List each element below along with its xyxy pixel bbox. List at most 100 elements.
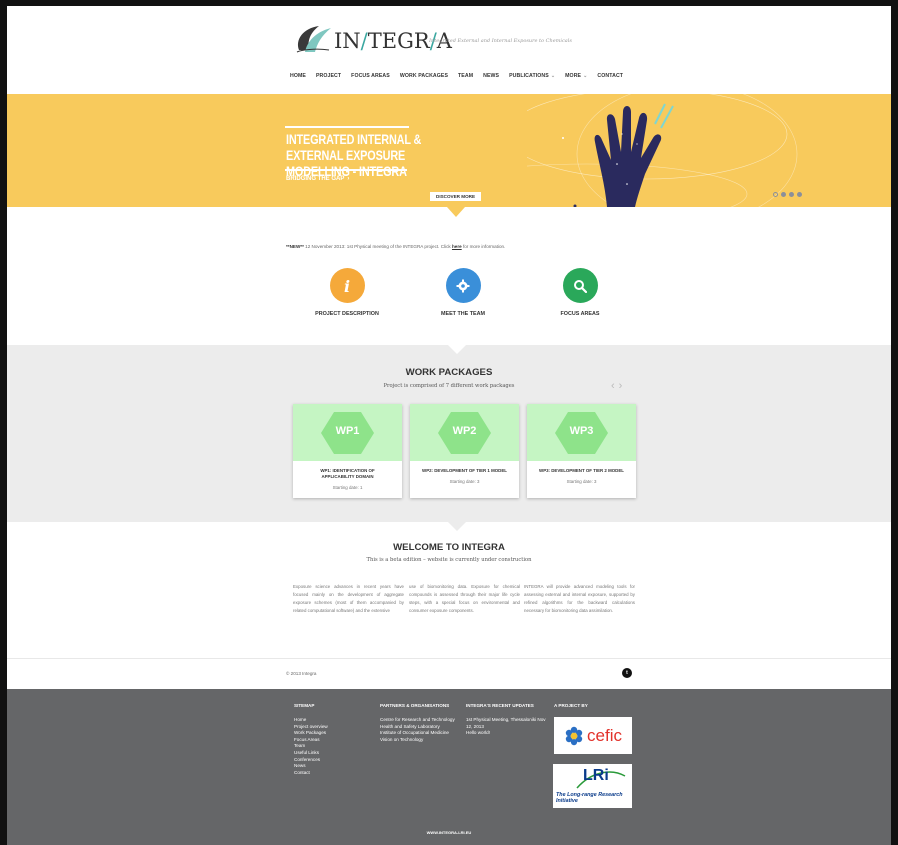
news-link[interactable]: here	[452, 244, 462, 249]
hero-rule-bottom	[285, 169, 407, 171]
footer-heading-updates: INTEGRA'S RECENT UPDATES	[466, 703, 534, 708]
nav-item-work-packages[interactable]: WORK PACKAGES	[400, 73, 448, 79]
work-packages-subtitle: Project is comprised of 7 different work…	[383, 383, 515, 389]
chevron-down-icon: ⌄	[550, 73, 556, 79]
nav-item-project[interactable]: PROJECT	[316, 73, 341, 79]
footer-heading-sitemap: SITEMAP	[294, 703, 315, 708]
updates-list: 1st Physical Meeting, Thessaloniki Nov 1…	[466, 717, 548, 737]
info-icon[interactable]: i	[329, 268, 365, 303]
hero-cta-link[interactable]: BRIDGING THE GAP ›	[286, 176, 349, 182]
wp-badge: WP3	[569, 425, 594, 437]
wp-card[interactable]: WP3 WP3: DEVELOPMENT OF TIER 2 MODEL Sta…	[527, 404, 636, 498]
wp-card-header: WP2	[410, 404, 519, 461]
wp-card-date: Starting date: 3	[449, 479, 480, 484]
cefic-logo[interactable]: cefic	[554, 717, 632, 754]
chevron-left-icon[interactable]: ‹	[611, 380, 619, 392]
slider-dot[interactable]	[789, 192, 794, 197]
lri-logo[interactable]: LRi The Long-range Research Initiative	[553, 764, 632, 808]
gear-icon[interactable]	[445, 268, 481, 303]
wp-card-date: Starting date: 3	[566, 479, 597, 484]
partner-link[interactable]: Institute of Occupational Medicine	[380, 730, 455, 737]
nav-item-home[interactable]: HOME	[290, 73, 306, 79]
news-text: 12 November 2013: 1st Physical meeting o…	[303, 244, 452, 249]
partner-link[interactable]: Vision on Technology	[380, 737, 455, 744]
welcome-text-column: use of biomonitoring data. Exposure for …	[409, 584, 520, 613]
wp-badge: WP2	[452, 425, 477, 437]
feature-label[interactable]: FOCUS AREAS	[520, 311, 640, 317]
hero-title: INTEGRATED INTERNAL & EXTERNAL EXPOSURE …	[286, 132, 422, 179]
footer-heading-project-by: A PROJECT BY	[554, 703, 588, 708]
copyright-bar	[7, 658, 891, 689]
nav-label: FOCUS AREAS	[351, 73, 390, 79]
partner-link[interactable]: Centre for Research and Technology	[380, 717, 455, 724]
hero-cta-label: BRIDGING THE GAP	[286, 176, 345, 182]
svg-text:i: i	[344, 278, 350, 294]
feature-project-description[interactable]: i PROJECT DESCRIPTION	[287, 268, 407, 317]
sitemap-link[interactable]: Conferences	[294, 757, 328, 764]
sitemap-link[interactable]: Project overview	[294, 724, 328, 731]
sitemap-list: Home Project overview Work Packages Focus A…	[294, 717, 328, 776]
hero-notch	[447, 207, 465, 217]
welcome-text-column: INTEGRA will provide advanced modeling t…	[524, 584, 635, 613]
hero-slider: INTEGRATED INTERNAL & EXTERNAL EXPOSURE …	[7, 94, 891, 207]
wp-card[interactable]: WP2 WP2: DEVELOPMENT OF TIER 1 MODEL Sta…	[410, 404, 519, 498]
cefic-molecule-icon	[565, 726, 583, 745]
footer-heading-partners: PARTNERS & ORGANISATIONS	[380, 703, 450, 708]
sitemap-link[interactable]: Contact	[294, 770, 328, 777]
news-text-end: for more information.	[461, 244, 506, 249]
main-nav: HOME PROJECT FOCUS AREAS WORK PACKAGES TEAM N…	[290, 73, 633, 79]
wp-card-date: Starting date: 1	[332, 485, 363, 490]
nav-label: MORE	[565, 73, 582, 79]
nav-label: TEAM	[458, 73, 474, 79]
partner-link[interactable]: Health and Safety Laboratory	[380, 724, 455, 731]
wp-card-title: WP1: IDENTIFICATION OF APPLICABILITY DOM…	[320, 468, 375, 479]
carousel-arrows: ‹›	[611, 380, 626, 392]
sitemap-link[interactable]: Focus Areas	[294, 737, 328, 744]
update-link[interactable]: 1st Physical Meeting, Thessaloniki Nov 1…	[466, 717, 548, 730]
chevron-down-icon: ⌄	[583, 73, 588, 79]
wp-card[interactable]: WP1 WP1: IDENTIFICATION OF APPLICABILITY…	[293, 404, 402, 498]
site-url[interactable]: WWW.INTEGRA-LRI.EU	[7, 830, 891, 835]
hand-illustration-icon	[527, 94, 798, 207]
sitemap-link[interactable]: Team	[294, 743, 328, 750]
lri-tagline: The Long-range Research Initiative	[556, 792, 623, 804]
nav-item-contact[interactable]: CONTACT	[597, 73, 623, 79]
nav-item-publications[interactable]: PUBLICATIONS ⌄	[509, 73, 555, 79]
section-notch	[448, 522, 466, 531]
wp-card-title: WP2: DEVELOPMENT OF TIER 1 MODEL	[422, 468, 507, 473]
search-icon[interactable]	[562, 268, 598, 303]
feature-meet-the-team[interactable]: MEET THE TEAM	[403, 268, 523, 317]
feature-focus-areas[interactable]: FOCUS AREAS	[520, 268, 640, 317]
twitter-icon[interactable]: t	[622, 668, 632, 678]
nav-label: PROJECT	[315, 73, 342, 79]
site-header: IN/TEGR/A Integrated External and Intern…	[7, 6, 891, 94]
nav-item-more[interactable]: MORE ⌄	[565, 73, 587, 79]
feature-label[interactable]: MEET THE TEAM	[403, 311, 523, 317]
sitemap-link[interactable]: Useful Links	[294, 750, 328, 757]
nav-label: CONTACT	[597, 73, 624, 79]
browser-frame: IN/TEGR/A Integrated External and Intern…	[0, 0, 898, 845]
sitemap-link[interactable]: Home	[294, 717, 328, 724]
chevron-right-icon: ›	[347, 176, 350, 182]
chevron-right-icon[interactable]: ›	[619, 380, 627, 392]
sitemap-link[interactable]: News	[294, 763, 328, 770]
lri-wordmark: LRi	[583, 767, 609, 784]
nav-item-focus-areas[interactable]: FOCUS AREAS	[351, 73, 390, 79]
slider-dot[interactable]	[773, 192, 778, 197]
partners-list: Centre for Research and Technology Health…	[380, 717, 455, 743]
feature-label[interactable]: PROJECT DESCRIPTION	[287, 311, 407, 317]
nav-item-team[interactable]: TEAM	[458, 73, 473, 79]
sitemap-link[interactable]: Work Packages	[294, 730, 328, 737]
welcome-subtitle: This is a beta edition – website is curr…	[366, 557, 532, 563]
wp-badge: WP1	[335, 425, 360, 437]
news-tag: **NEW**	[286, 244, 304, 249]
slider-dot[interactable]	[781, 192, 786, 197]
update-link[interactable]: Hello world!	[466, 730, 548, 737]
nav-item-news[interactable]: NEWS	[483, 73, 499, 79]
discover-more-button[interactable]: DISCOVER MORE	[430, 192, 482, 201]
wp-card-header: WP3	[527, 404, 636, 461]
hero-rule-top	[285, 126, 409, 128]
news-ticker: **NEW** 12 November 2013: 1st Physical m…	[286, 244, 505, 249]
slider-dot[interactable]	[797, 192, 802, 197]
nav-label: HOME	[290, 73, 306, 79]
